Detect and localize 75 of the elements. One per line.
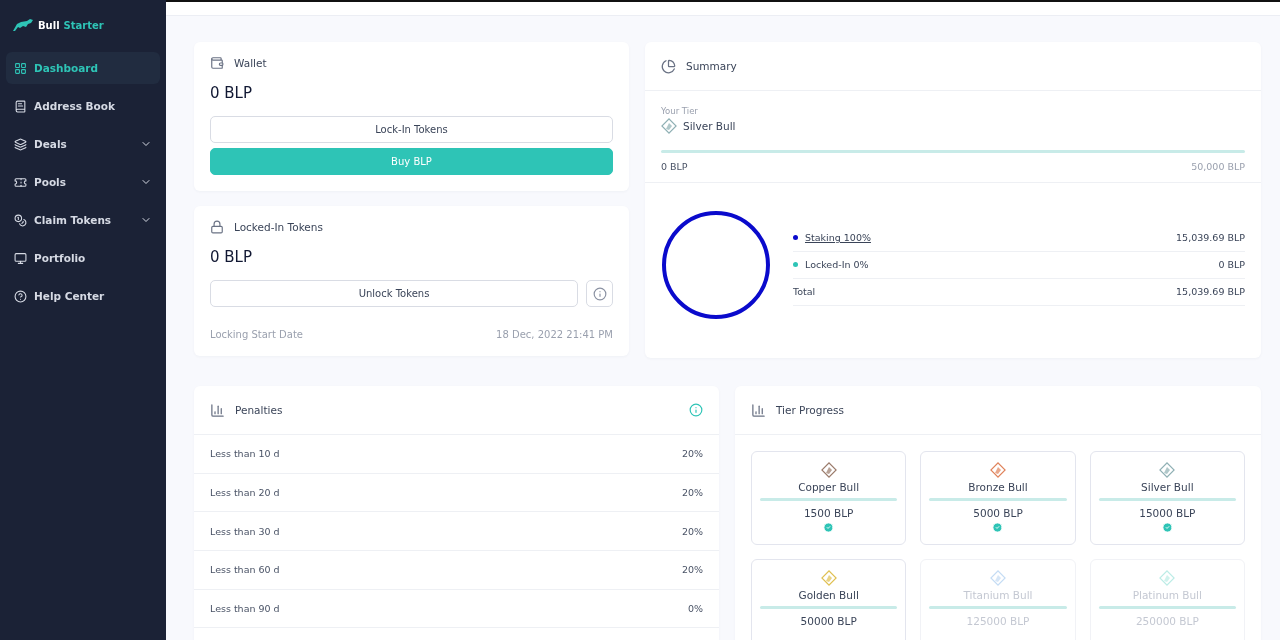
total-value: 15,039.69 BLP: [1176, 286, 1245, 297]
grid-icon: [14, 61, 27, 75]
unlock-button[interactable]: Unlock Tokens: [210, 280, 578, 307]
pie-chart-icon: [661, 58, 676, 74]
locked-balance: 0 BLP: [210, 248, 253, 266]
tier-name: Titanium Bull: [963, 589, 1033, 601]
tier-amount: 250000 BLP: [1135, 615, 1199, 627]
sidebar-item[interactable]: Pools: [6, 166, 160, 198]
diamond-badge-icon: [1159, 462, 1176, 478]
brand-name: Bull: [38, 19, 60, 31]
ticket-icon: [14, 175, 27, 189]
info-button[interactable]: [586, 280, 613, 307]
bar-chart-icon: [751, 402, 766, 418]
penalty-period: Less than 30 d: [210, 525, 280, 537]
sidebar-item[interactable]: Dashboard: [6, 52, 160, 84]
range-end: 50,000 BLP: [1191, 161, 1245, 172]
card-title: Tier Progress: [776, 404, 845, 416]
tier-label: Your Tier: [661, 106, 699, 116]
legend-value: 0 BLP: [1218, 259, 1245, 270]
legend-value: 15,039.69 BLP: [1176, 232, 1245, 243]
total-label: Total: [793, 286, 817, 297]
card-title: Penalties: [235, 404, 284, 416]
legend-link[interactable]: Staking 100%: [805, 232, 1170, 243]
penalty-rate: 20%: [681, 564, 703, 576]
card-title: Locked-In Tokens: [234, 221, 324, 233]
tier-amount: 125000 BLP: [966, 615, 1030, 627]
sidebar-item[interactable]: Claim Tokens: [6, 204, 160, 236]
penalty-period: Less than 10 d: [210, 448, 280, 460]
monitor-icon: [14, 251, 27, 265]
coins-icon: [14, 213, 27, 227]
penalty-period: Less than 90 d: [210, 603, 280, 615]
range-start: 0 BLP: [661, 161, 688, 172]
lock-in-button[interactable]: Lock-In Tokens: [210, 116, 613, 143]
card-title: Wallet: [234, 57, 268, 69]
penalty-period: Less than 20 d: [210, 487, 280, 499]
brand-name: Starter: [63, 19, 104, 31]
info-icon: [592, 286, 607, 301]
tier-amount: 15000 BLP: [1139, 507, 1196, 519]
info-icon[interactable]: [689, 403, 703, 417]
penalty-rate: 20%: [681, 525, 703, 537]
diamond-badge-icon: [990, 462, 1006, 478]
tier-name: Platinum Bull: [1132, 589, 1202, 601]
penalty-rate: 0%: [687, 603, 703, 615]
wallet-icon: [210, 56, 224, 70]
penalty-rate: 20%: [681, 487, 703, 499]
tier-amount: 1500 BLP: [803, 507, 854, 519]
layers-icon: [14, 137, 27, 151]
sidebar-item[interactable]: Address Book: [6, 90, 160, 122]
book-icon: [14, 99, 27, 113]
tier-name: Silver Bull: [1141, 481, 1194, 493]
tier-name: Copper Bull: [798, 481, 860, 493]
sidebar-item[interactable]: Help Center: [6, 280, 160, 312]
diamond-badge-icon: [1159, 570, 1176, 586]
tier-name: Silver Bull: [683, 120, 736, 132]
tier-amount: 50000 BLP: [800, 615, 857, 627]
date-label: Locking Start Date: [210, 329, 303, 340]
lock-icon: [210, 220, 224, 234]
bull-logo-icon: [12, 18, 34, 32]
tier-name: Golden Bull: [798, 589, 859, 601]
legend-label: Locked-In 0%: [805, 259, 870, 270]
diamond-badge-icon: [990, 570, 1006, 586]
help-icon: [14, 289, 27, 303]
tier-amount: 5000 BLP: [973, 507, 1023, 519]
diamond-badge-icon: [661, 118, 677, 134]
penalty-rate: 20%: [681, 448, 703, 460]
wallet-balance: 0 BLP: [210, 84, 253, 102]
diamond-badge-icon: [820, 462, 837, 478]
card-title: Summary: [686, 60, 738, 72]
bar-chart-icon: [210, 402, 225, 418]
date-value: 18 Dec, 2022 21:41 PM: [496, 329, 613, 340]
tier-name: Bronze Bull: [968, 481, 1028, 493]
penalty-period: Less than 60 d: [210, 564, 280, 576]
sidebar-item[interactable]: Deals: [6, 128, 160, 160]
diamond-badge-icon: [820, 570, 837, 586]
sidebar-item[interactable]: Portfolio: [6, 242, 160, 274]
